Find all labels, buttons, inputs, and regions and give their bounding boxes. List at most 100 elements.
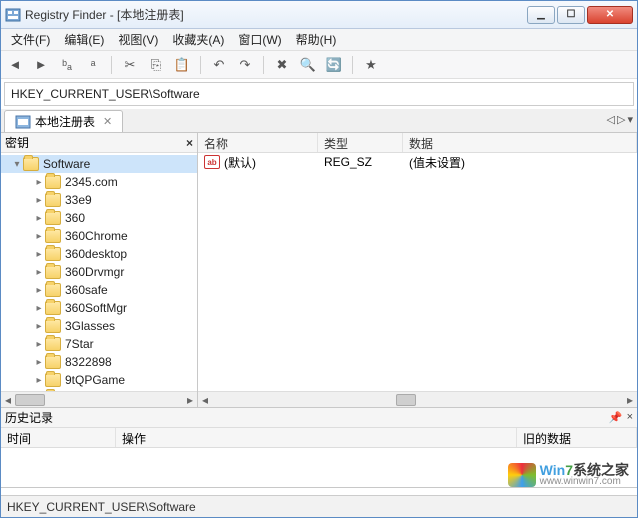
text-size-small-icon[interactable]: ᵃ bbox=[83, 55, 103, 75]
folder-icon bbox=[45, 319, 61, 333]
toolbar-separator bbox=[200, 56, 201, 74]
menu-window[interactable]: 窗口(W) bbox=[232, 29, 287, 50]
tree-node[interactable]: ▸360SoftMgr bbox=[1, 299, 197, 317]
folder-icon bbox=[45, 355, 61, 369]
copy-icon[interactable]: ⎘ bbox=[146, 55, 166, 75]
tree-hscroll[interactable]: ◂ ▸ bbox=[1, 391, 197, 407]
hcol-op[interactable]: 操作 bbox=[116, 428, 517, 447]
address-bar[interactable]: HKEY_CURRENT_USER\Software bbox=[4, 82, 634, 106]
expander-icon[interactable]: ▸ bbox=[33, 195, 45, 206]
tab-close-icon[interactable]: ✕ bbox=[103, 115, 112, 128]
folder-icon bbox=[45, 175, 61, 189]
col-name[interactable]: 名称 bbox=[198, 133, 318, 152]
expander-icon[interactable]: ▸ bbox=[33, 177, 45, 188]
node-label: 8322898 bbox=[65, 355, 112, 369]
tab-label: 本地注册表 bbox=[35, 113, 95, 130]
favorite-icon[interactable]: ★ bbox=[361, 55, 381, 75]
expander-icon[interactable]: ▸ bbox=[33, 303, 45, 314]
tree-node[interactable]: ▸ 8322898 bbox=[1, 353, 197, 371]
folder-icon bbox=[45, 283, 61, 297]
folder-icon bbox=[45, 265, 61, 279]
folder-icon bbox=[45, 337, 61, 351]
hcol-time[interactable]: 时间 bbox=[1, 428, 116, 447]
tree-node[interactable]: ▸ 360Drvmgr bbox=[1, 263, 197, 281]
window-controls bbox=[527, 6, 633, 24]
tree-node-root[interactable]: ▾Software bbox=[1, 155, 197, 173]
tree-node[interactable]: ▸ 2345.com bbox=[1, 173, 197, 191]
node-label: 360desktop bbox=[65, 247, 127, 261]
node-label: 2345.com bbox=[65, 175, 118, 189]
find-icon[interactable]: 🔍 bbox=[298, 55, 318, 75]
tree-node[interactable]: ▸33e9 bbox=[1, 191, 197, 209]
close-button[interactable] bbox=[587, 6, 633, 24]
tab-prev-icon[interactable]: ◁ bbox=[607, 113, 615, 126]
tree-header: 密钥 × bbox=[1, 133, 197, 153]
tree-node[interactable]: ▸360Chrome bbox=[1, 227, 197, 245]
redo-icon[interactable]: ↷ bbox=[235, 55, 255, 75]
history-body[interactable] bbox=[1, 448, 637, 487]
tree-node[interactable]: ▸9tQPGame bbox=[1, 371, 197, 389]
tab-next-icon[interactable]: ▷ bbox=[617, 113, 625, 126]
pane-close-icon[interactable]: × bbox=[627, 411, 633, 424]
scroll-left-icon[interactable]: ◂ bbox=[1, 393, 15, 407]
paste-icon[interactable]: 📋 bbox=[172, 55, 192, 75]
expander-icon[interactable]: ▾ bbox=[11, 159, 23, 170]
forward-button[interactable]: ► bbox=[31, 55, 51, 75]
back-button[interactable]: ◄ bbox=[5, 55, 25, 75]
tree-node[interactable]: ▸ 360desktop bbox=[1, 245, 197, 263]
folder-icon bbox=[45, 229, 61, 243]
tab-local-registry[interactable]: 本地注册表 ✕ bbox=[4, 110, 123, 132]
expander-icon[interactable]: ▸ bbox=[33, 339, 45, 350]
tree-node[interactable]: ▸360 bbox=[1, 209, 197, 227]
col-type[interactable]: 类型 bbox=[318, 133, 403, 152]
replace-icon[interactable]: 🔄 bbox=[324, 55, 344, 75]
folder-icon bbox=[23, 157, 39, 171]
tree-node[interactable]: ▸360safe bbox=[1, 281, 197, 299]
expander-icon[interactable]: ▸ bbox=[33, 375, 45, 386]
scroll-left-icon[interactable]: ◂ bbox=[198, 393, 212, 407]
cut-icon[interactable]: ✂ bbox=[120, 55, 140, 75]
tab-bar: 本地注册表 ✕ ◁ ▷ ▾ bbox=[1, 109, 637, 133]
tab-list-icon[interactable]: ▾ bbox=[627, 113, 633, 126]
history-columns: 时间 操作 旧的数据 bbox=[1, 428, 637, 448]
tree-node[interactable]: ▸3Glasses bbox=[1, 317, 197, 335]
toolbar-separator bbox=[111, 56, 112, 74]
values-hscroll[interactable]: ◂ ▸ bbox=[198, 391, 637, 407]
scroll-thumb[interactable] bbox=[15, 394, 45, 406]
menu-file[interactable]: 文件(F) bbox=[5, 29, 56, 50]
minimize-button[interactable] bbox=[527, 6, 555, 24]
scroll-right-icon[interactable]: ▸ bbox=[623, 393, 637, 407]
expander-icon[interactable]: ▸ bbox=[33, 249, 45, 260]
hcol-old[interactable]: 旧的数据 bbox=[517, 428, 637, 447]
tree-node[interactable]: ▸7Star bbox=[1, 335, 197, 353]
history-header-label: 历史记录 bbox=[5, 409, 53, 426]
pane-close-icon[interactable]: × bbox=[186, 136, 193, 150]
value-data: (值未设置) bbox=[403, 154, 637, 171]
values-header: 名称 类型 数据 bbox=[198, 133, 637, 153]
scroll-thumb[interactable] bbox=[396, 394, 416, 406]
registry-tree[interactable]: ▾Software▸2345.com▸33e9▸360▸360Chrome▸36… bbox=[1, 153, 197, 391]
toolbar-separator bbox=[263, 56, 264, 74]
expander-icon[interactable]: ▸ bbox=[33, 267, 45, 278]
value-row[interactable]: ab(默认)REG_SZ(值未设置) bbox=[198, 153, 637, 171]
expander-icon[interactable]: ▸ bbox=[33, 357, 45, 368]
expander-icon[interactable]: ▸ bbox=[33, 213, 45, 224]
col-data[interactable]: 数据 bbox=[403, 133, 637, 152]
pin-icon[interactable]: 📌 bbox=[609, 411, 623, 424]
values-list[interactable]: ab(默认)REG_SZ(值未设置) bbox=[198, 153, 637, 391]
menu-edit[interactable]: 编辑(E) bbox=[58, 29, 110, 50]
menu-help[interactable]: 帮助(H) bbox=[290, 29, 343, 50]
delete-icon[interactable]: ✖ bbox=[272, 55, 292, 75]
text-size-icon[interactable]: ᵇₐ bbox=[57, 55, 77, 75]
menu-view[interactable]: 视图(V) bbox=[112, 29, 164, 50]
menu-favorites[interactable]: 收藏夹(A) bbox=[166, 29, 230, 50]
expander-icon[interactable]: ▸ bbox=[33, 231, 45, 242]
undo-icon[interactable]: ↶ bbox=[209, 55, 229, 75]
expander-icon[interactable]: ▸ bbox=[33, 285, 45, 296]
expander-icon[interactable]: ▸ bbox=[33, 321, 45, 332]
toolbar: ◄ ► ᵇₐ ᵃ ✂ ⎘ 📋 ↶ ↷ ✖ 🔍 🔄 ★ bbox=[1, 51, 637, 79]
node-label: 360Drvmgr bbox=[65, 265, 124, 279]
maximize-button[interactable] bbox=[557, 6, 585, 24]
scroll-right-icon[interactable]: ▸ bbox=[183, 393, 197, 407]
folder-icon bbox=[45, 301, 61, 315]
